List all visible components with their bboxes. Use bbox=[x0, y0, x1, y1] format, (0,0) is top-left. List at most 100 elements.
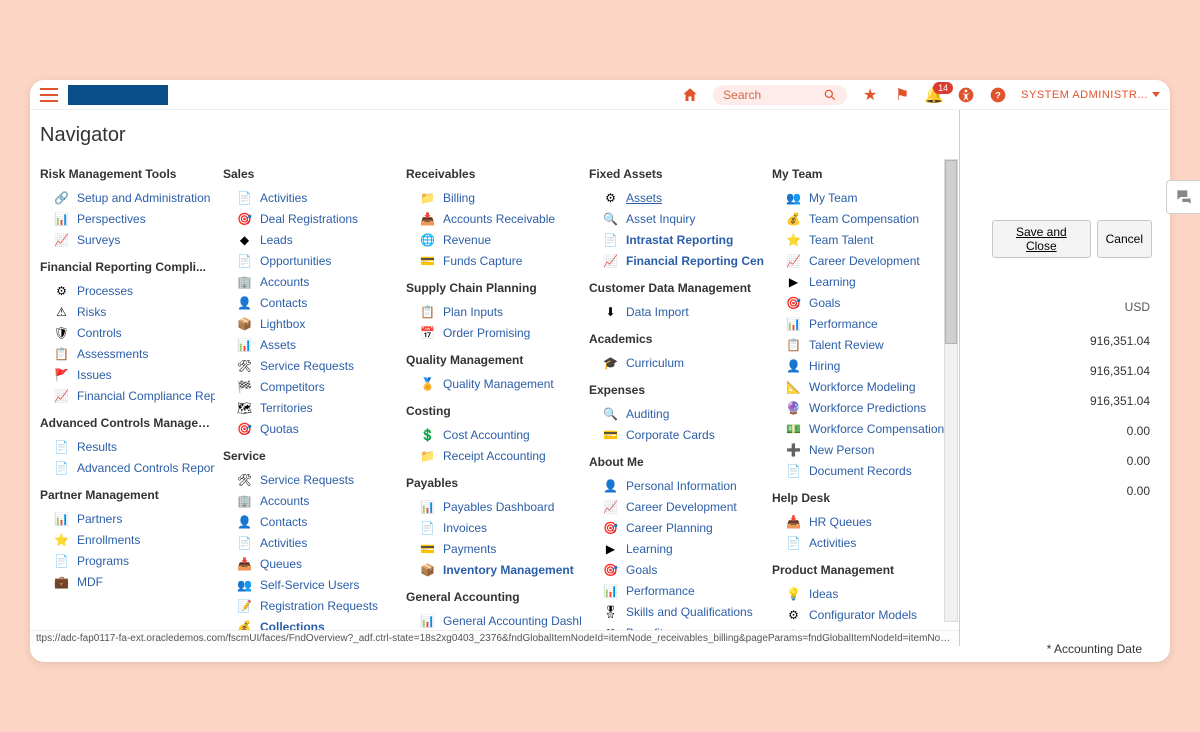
nav-item[interactable]: 📄Document Records bbox=[772, 460, 947, 481]
save-close-button[interactable]: Save and Close bbox=[992, 220, 1091, 258]
nav-item[interactable]: 🏢Accounts bbox=[223, 271, 398, 292]
nav-item[interactable]: 📄Activities bbox=[223, 187, 398, 208]
nav-item[interactable]: 💡Ideas bbox=[772, 583, 947, 604]
nav-item[interactable]: 🗺Territories bbox=[223, 397, 398, 418]
nav-item[interactable]: 🎯Quotas bbox=[223, 418, 398, 439]
nav-item[interactable]: 📈Financial Reporting Center bbox=[589, 250, 764, 271]
nav-item[interactable]: 💳Corporate Cards bbox=[589, 424, 764, 445]
nav-item[interactable]: 📊General Accounting Dashboard bbox=[406, 610, 581, 630]
nav-item[interactable]: ◆Leads bbox=[223, 229, 398, 250]
nav-item[interactable]: 🏢Accounts bbox=[223, 490, 398, 511]
nav-item[interactable]: 📦Lightbox bbox=[223, 313, 398, 334]
nav-item[interactable]: 🔗Setup and Administration bbox=[40, 187, 215, 208]
nav-item[interactable]: ▶Learning bbox=[772, 271, 947, 292]
search-input[interactable] bbox=[723, 88, 783, 102]
nav-item[interactable]: 👤Hiring bbox=[772, 355, 947, 376]
nav-item[interactable]: 📈Career Development bbox=[589, 496, 764, 517]
search-field[interactable] bbox=[713, 85, 847, 105]
nav-item[interactable]: 👤Contacts bbox=[223, 292, 398, 313]
nav-item[interactable]: ⚙Configurator Models bbox=[772, 604, 947, 625]
nav-item[interactable]: 🏅Quality Management bbox=[406, 373, 581, 394]
nav-item[interactable]: 💵Workforce Compensation bbox=[772, 418, 947, 439]
home-icon[interactable] bbox=[681, 86, 699, 104]
nav-item[interactable]: 🔍Auditing bbox=[589, 403, 764, 424]
notifications-icon[interactable]: 🔔14 bbox=[925, 86, 943, 104]
nav-item[interactable]: 📄Activities bbox=[223, 532, 398, 553]
favorites-icon[interactable]: ★ bbox=[861, 86, 879, 104]
nav-item[interactable]: 👥My Team bbox=[772, 187, 947, 208]
nav-item[interactable]: 📋Talent Review bbox=[772, 334, 947, 355]
nav-item[interactable]: 📊Performance bbox=[589, 580, 764, 601]
help-icon[interactable]: ? bbox=[989, 86, 1007, 104]
nav-item[interactable]: 📄Advanced Controls Reports bbox=[40, 457, 215, 478]
nav-item[interactable]: 💼MDF bbox=[40, 571, 215, 592]
scrollbar[interactable] bbox=[944, 159, 958, 622]
nav-item[interactable]: 📈Career Development bbox=[772, 250, 947, 271]
nav-item[interactable]: 📊Performance bbox=[772, 313, 947, 334]
chat-widget-icon[interactable] bbox=[1166, 180, 1200, 214]
nav-item[interactable]: ❤Benefits bbox=[589, 622, 764, 630]
nav-item[interactable]: 🎖Skills and Qualifications bbox=[589, 601, 764, 622]
user-menu[interactable]: SYSTEM ADMINISTR... bbox=[1021, 89, 1160, 101]
nav-item[interactable]: 🎯Career Planning bbox=[589, 517, 764, 538]
nav-item[interactable]: 📋Assessments bbox=[40, 343, 215, 364]
accessibility-icon[interactable] bbox=[957, 86, 975, 104]
nav-item[interactable]: 🎯Goals bbox=[772, 292, 947, 313]
nav-item[interactable]: 📦Inventory Management bbox=[406, 559, 581, 580]
nav-item[interactable]: 📁Receipt Accounting bbox=[406, 445, 581, 466]
nav-item[interactable]: ⚙Processes bbox=[40, 280, 215, 301]
nav-item[interactable]: 💳Payments bbox=[406, 538, 581, 559]
cancel-button[interactable]: Cancel bbox=[1097, 220, 1152, 258]
nav-item[interactable]: 🎯Goals bbox=[589, 559, 764, 580]
nav-item[interactable]: 📊Payables Dashboard bbox=[406, 496, 581, 517]
nav-item[interactable]: 🚩Issues bbox=[40, 364, 215, 385]
nav-item[interactable]: 🌐Revenue bbox=[406, 229, 581, 250]
nav-item[interactable]: ⭐Team Talent bbox=[772, 229, 947, 250]
nav-item[interactable]: 📈Surveys bbox=[40, 229, 215, 250]
nav-item[interactable]: 🛡Controls bbox=[40, 322, 215, 343]
nav-item[interactable]: 🏁Competitors bbox=[223, 376, 398, 397]
nav-item[interactable]: ⚠Risks bbox=[40, 301, 215, 322]
nav-item[interactable]: 👤Contacts bbox=[223, 511, 398, 532]
nav-item[interactable]: ▶Learning bbox=[589, 538, 764, 559]
hamburger-icon[interactable] bbox=[40, 88, 58, 102]
nav-item[interactable]: 🎓Curriculum bbox=[589, 352, 764, 373]
nav-item[interactable]: 🎯Deal Registrations bbox=[223, 208, 398, 229]
nav-item[interactable]: 📄Intrastat Reporting bbox=[589, 229, 764, 250]
nav-item[interactable]: 📁Billing bbox=[406, 187, 581, 208]
nav-item[interactable]: 📊Partners bbox=[40, 508, 215, 529]
nav-item[interactable]: 💲Cost Accounting bbox=[406, 424, 581, 445]
search-icon[interactable] bbox=[823, 88, 837, 102]
nav-item[interactable]: 🛠Service Requests bbox=[223, 469, 398, 490]
nav-item[interactable]: 🛠Service Requests bbox=[223, 355, 398, 376]
nav-item[interactable]: 📥Accounts Receivable bbox=[406, 208, 581, 229]
nav-item[interactable]: 📈Financial Compliance Reports bbox=[40, 385, 215, 406]
nav-item[interactable]: ⚙Assets bbox=[589, 187, 764, 208]
nav-item[interactable]: 👤Personal Information bbox=[589, 475, 764, 496]
nav-item[interactable]: ➕New Person bbox=[772, 439, 947, 460]
nav-item[interactable]: 💳Funds Capture bbox=[406, 250, 581, 271]
nav-item[interactable]: 📊Perspectives bbox=[40, 208, 215, 229]
nav-item[interactable]: 📥HR Queues bbox=[772, 511, 947, 532]
nav-item[interactable]: 📄Invoices bbox=[406, 517, 581, 538]
nav-item[interactable]: 📄Programs bbox=[40, 550, 215, 571]
nav-item[interactable]: 📊Assets bbox=[223, 334, 398, 355]
nav-item[interactable]: 📥Queues bbox=[223, 553, 398, 574]
nav-item[interactable]: 👥Self-Service Users bbox=[223, 574, 398, 595]
nav-item[interactable]: 📄Opportunities bbox=[223, 250, 398, 271]
nav-item[interactable]: 📦Product Information Managemen... bbox=[772, 625, 947, 630]
nav-item[interactable]: 💰Collections bbox=[223, 616, 398, 630]
nav-item[interactable]: 📐Workforce Modeling bbox=[772, 376, 947, 397]
nav-item[interactable]: 📄Activities bbox=[772, 532, 947, 553]
nav-item[interactable]: 📋Plan Inputs bbox=[406, 301, 581, 322]
nav-item[interactable]: 💰Team Compensation bbox=[772, 208, 947, 229]
nav-item[interactable]: 📝Registration Requests bbox=[223, 595, 398, 616]
nav-item[interactable]: 🔮Workforce Predictions bbox=[772, 397, 947, 418]
flag-icon[interactable]: ⚑ bbox=[893, 86, 911, 104]
scrollbar-thumb[interactable] bbox=[945, 160, 957, 344]
nav-item[interactable]: 🔍Asset Inquiry bbox=[589, 208, 764, 229]
nav-item[interactable]: 📅Order Promising bbox=[406, 322, 581, 343]
nav-item[interactable]: 📄Results bbox=[40, 436, 215, 457]
nav-item[interactable]: ⭐Enrollments bbox=[40, 529, 215, 550]
nav-item[interactable]: ⬇Data Import bbox=[589, 301, 764, 322]
